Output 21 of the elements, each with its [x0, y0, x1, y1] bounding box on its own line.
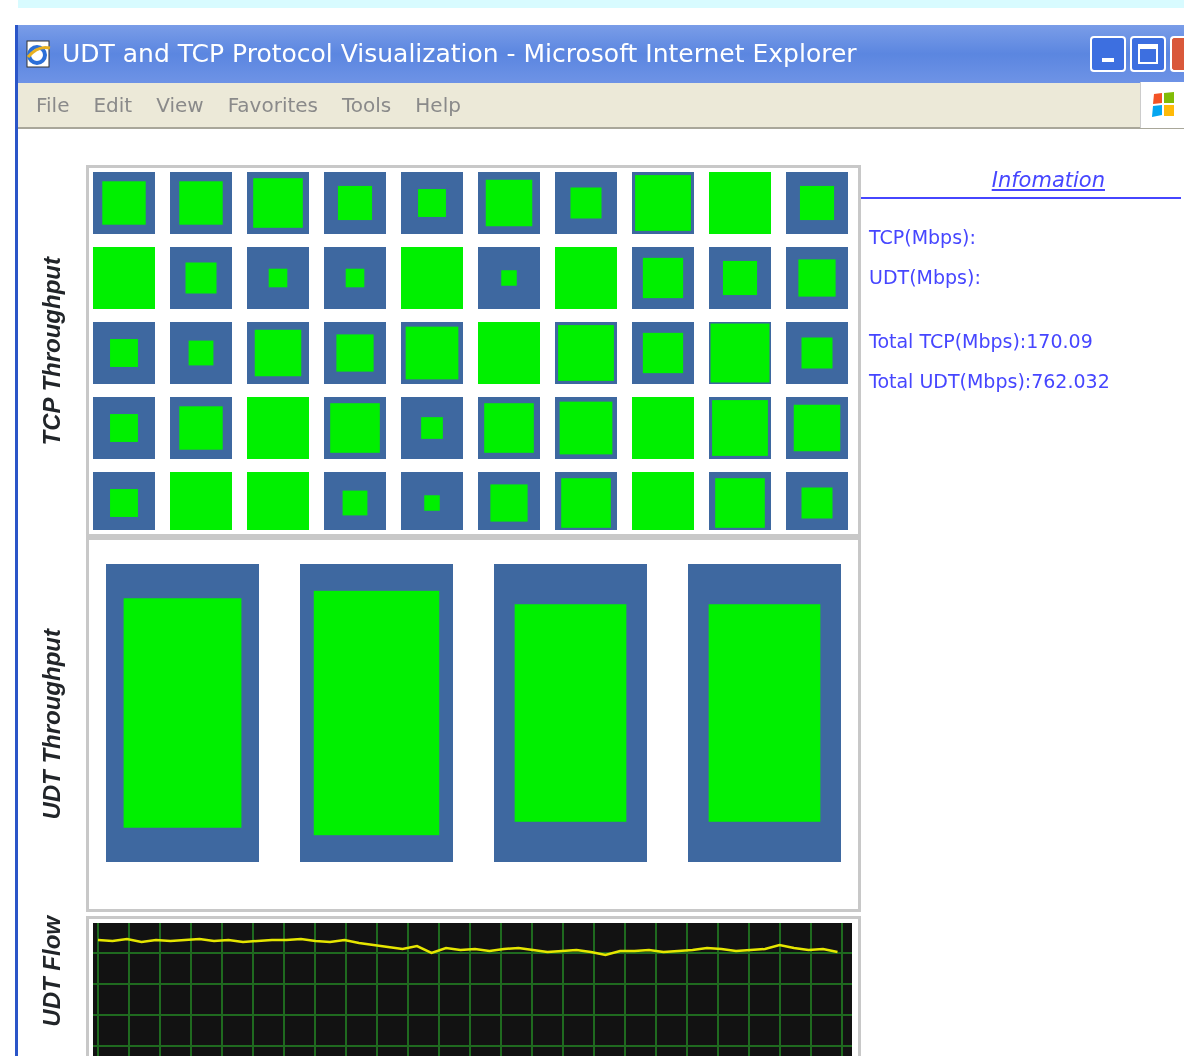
close-button[interactable]	[1170, 36, 1184, 72]
info-heading: Infomation	[861, 165, 1181, 199]
panel-label: UDT Throughput	[37, 629, 66, 820]
panel-label: TCP Throughput	[37, 256, 66, 446]
info-text: Total UDT(Mbps):762.032	[869, 369, 1110, 392]
window-title: UDT and TCP Protocol Visualization - Microsoft Internet Explorer	[62, 38, 858, 71]
menu-item[interactable]: File	[36, 90, 70, 120]
info-text: Total TCP(Mbps):170.09	[869, 329, 1093, 352]
menu-item[interactable]: Edit	[93, 90, 133, 120]
minimize-icon	[1102, 58, 1114, 62]
maximize-button[interactable]	[1130, 36, 1166, 72]
menu-item[interactable]: Favorites	[227, 90, 318, 120]
maximize-icon	[1138, 44, 1158, 64]
menu-item[interactable]: Tools	[342, 90, 392, 120]
panel-label: UDT Flow	[37, 916, 66, 1027]
windows-flag-icon	[1149, 91, 1176, 119]
menu-item[interactable]: View	[156, 90, 204, 120]
minimize-button[interactable]	[1090, 36, 1126, 72]
info-text: UDT(Mbps):	[869, 265, 981, 288]
menu-item[interactable]: Help	[415, 90, 461, 120]
info-text: TCP(Mbps):	[869, 225, 976, 248]
